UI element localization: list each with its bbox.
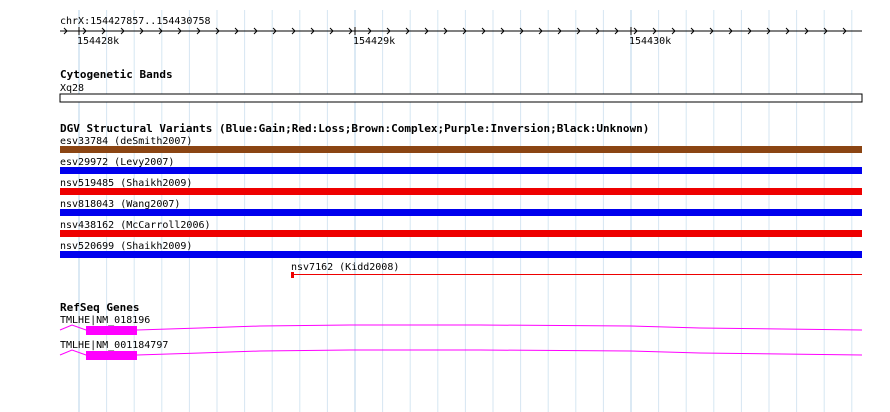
cytoband-bar[interactable]: [59, 93, 863, 103]
variant-label: nsv7162 (Kidd2008): [291, 262, 399, 273]
variant-label: nsv519485 (Shaikh2009): [60, 178, 192, 189]
variant-bar[interactable]: [60, 230, 862, 237]
variant-bar[interactable]: [291, 274, 862, 275]
variant-label: nsv438162 (McCarroll2006): [60, 220, 211, 231]
refseq-track-title: RefSeq Genes: [60, 301, 139, 314]
variant-bar[interactable]: [60, 167, 862, 174]
gene-label: TMLHE|NM_001184797: [60, 340, 168, 351]
variant-bar[interactable]: [60, 251, 862, 258]
dgv-track-title: DGV Structural Variants (Blue:Gain;Red:L…: [60, 122, 649, 135]
ruler-location-label: chrX:154427857..154430758: [60, 16, 211, 27]
variant-label: nsv520699 (Shaikh2009): [60, 241, 192, 252]
ruler-tick-label: 154430k: [629, 36, 671, 47]
variant-label: esv29972 (Levy2007): [60, 157, 174, 168]
variant-label: nsv818043 (Wang2007): [60, 199, 180, 210]
variant-bar[interactable]: [60, 188, 862, 195]
cytoband-label: Xq28: [60, 83, 84, 94]
gene-label: TMLHE|NM_018196: [60, 315, 150, 326]
cytoband-track-title: Cytogenetic Bands: [60, 68, 173, 81]
ruler-tick-label: 154428k: [77, 36, 119, 47]
genome-browser-view: chrX:154427857..154430758 154428k 154429…: [59, 10, 863, 412]
variant-bar[interactable]: [60, 209, 862, 216]
gene-exon[interactable]: [86, 326, 137, 335]
gene-exon[interactable]: [86, 351, 137, 360]
variant-bar[interactable]: [60, 146, 862, 153]
variant-label: esv33784 (deSmith2007): [60, 136, 192, 147]
ruler-tick-label: 154429k: [353, 36, 395, 47]
